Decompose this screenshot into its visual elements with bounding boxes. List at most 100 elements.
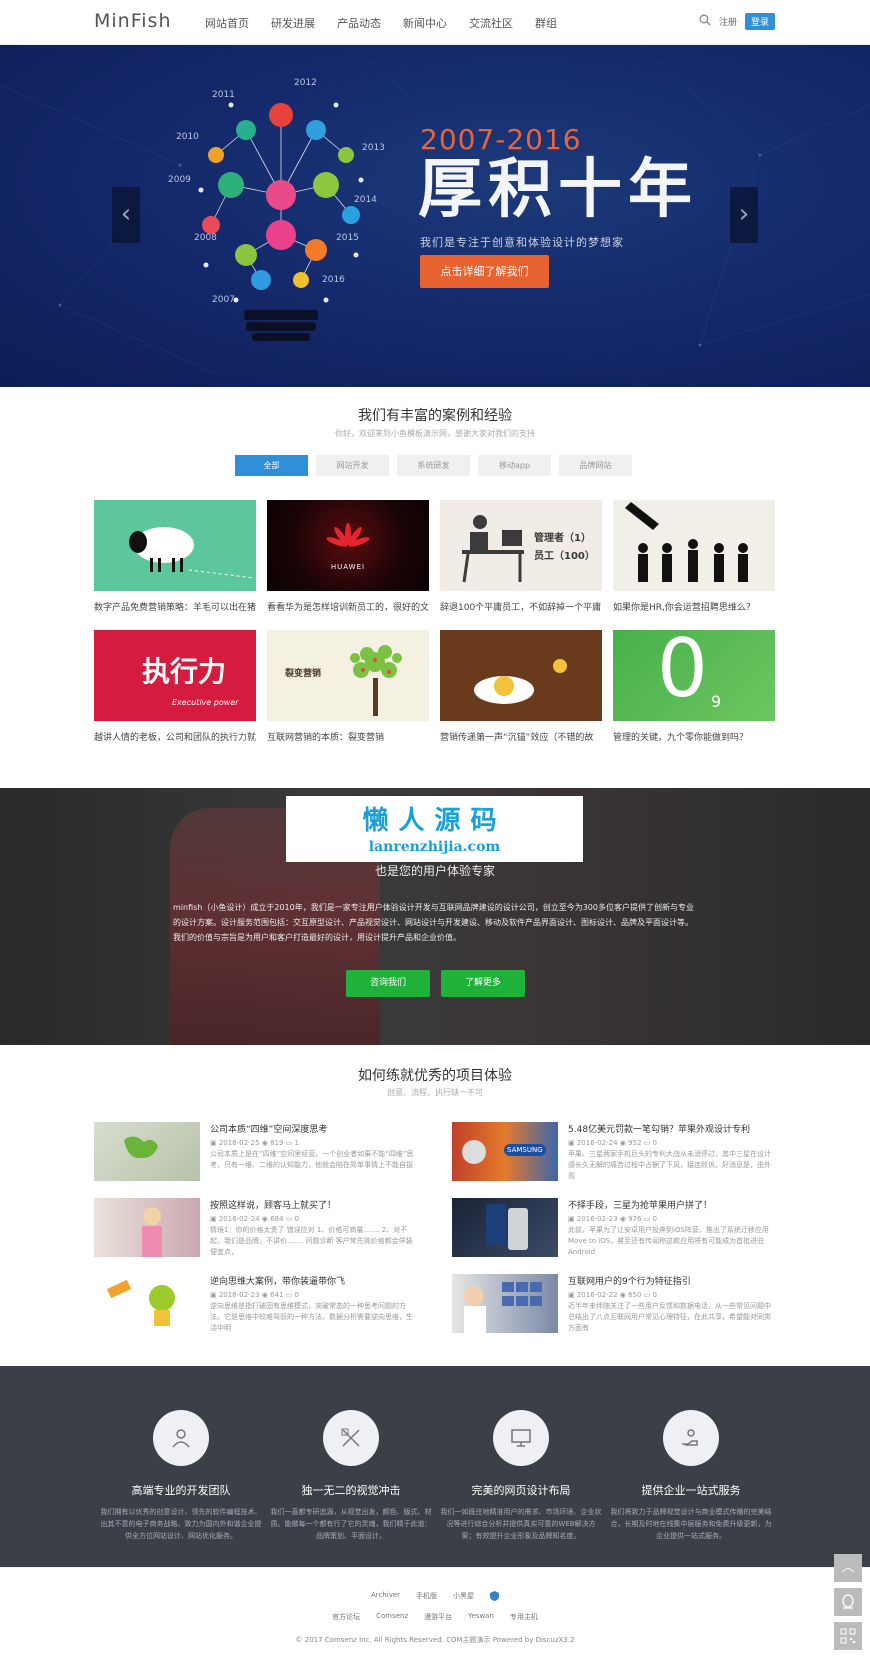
article-title[interactable]: 不择手段，三星为抢苹果用户拼了！: [568, 1198, 776, 1211]
article-title[interactable]: 按照这样说，顾客马上就买了！: [210, 1198, 418, 1211]
case-card[interactable]: 数字产品免费营销策略：羊毛可以出在猪: [94, 500, 256, 630]
filter-brand-site[interactable]: 品牌网站: [559, 455, 632, 476]
case-caption[interactable]: 数字产品免费营销策略：羊毛可以出在猪: [94, 600, 256, 613]
footer-link-manyou[interactable]: 漫游平台: [424, 1612, 452, 1622]
article-thumbnail[interactable]: [94, 1122, 200, 1181]
footer-link-blackroom[interactable]: 小黑屋: [453, 1591, 474, 1603]
case-thumbnail[interactable]: 管理者（1） 员工（100）: [440, 500, 602, 591]
case-thumbnail[interactable]: HUAWEI: [267, 500, 429, 591]
case-card[interactable]: 营销传递第一声“沉锚”效应（不错的故: [440, 630, 602, 760]
case-thumbnail[interactable]: 0 9: [613, 630, 775, 721]
qr-code-icon: [840, 1628, 856, 1644]
huawei-logo-icon: [326, 523, 370, 547]
footer-link-hosting[interactable]: 专用主机: [510, 1612, 538, 1622]
article-meta: ▣ 2016-02-23 ◉ 976 ▭ 0: [568, 1215, 658, 1223]
article-desc: 公司本质上是在“四维”空间里经营。一个创业者如果不能“四维”思考，只有一维、二维…: [210, 1150, 414, 1169]
case-card[interactable]: 裂变营销 互联网营销的本质：裂变营销: [267, 630, 429, 760]
site-header: MinFish 网站首页 研发进展 产品动态 新闻中心 交流社区 群组 注册 登…: [0, 0, 870, 45]
qr-code-button[interactable]: [834, 1622, 862, 1650]
footer-link-forum[interactable]: 官方论坛: [332, 1612, 360, 1622]
case-caption[interactable]: 如果你是HR,你会运营招聘思维么？: [613, 600, 775, 613]
article-thumbnail[interactable]: [452, 1274, 558, 1333]
case-thumbnail[interactable]: 执行力 Executive power: [94, 630, 256, 721]
footer-link-archiver[interactable]: Archiver: [371, 1591, 400, 1603]
case-caption[interactable]: 看看华为是怎样培训新员工的，很好的文: [267, 600, 429, 613]
register-link[interactable]: 注册: [719, 15, 737, 28]
banner-prev-arrow[interactable]: ‹: [112, 187, 140, 243]
nav-item-community[interactable]: 交流社区: [469, 15, 513, 31]
experience-subtitle: 创意、流程、执行缺一不可: [387, 1088, 483, 1097]
banner-next-arrow[interactable]: ›: [730, 187, 758, 243]
case-thumbnail[interactable]: [94, 500, 256, 591]
search-icon[interactable]: [699, 14, 711, 29]
article-title[interactable]: 公司本质“四维”空间深度思考: [210, 1122, 418, 1135]
nav-item-groups[interactable]: 群组: [535, 15, 557, 31]
login-button[interactable]: 登录: [744, 13, 775, 30]
case-card[interactable]: 0 9 管理的关键，九个零你能做到吗？: [613, 630, 775, 760]
team-icon: [153, 1410, 209, 1466]
back-to-top-button[interactable]: ︿: [834, 1554, 862, 1582]
list-item[interactable]: 不择手段，三星为抢苹果用户拼了！ ▣ 2016-02-23 ◉ 976 ▭ 0 …: [452, 1198, 776, 1257]
filter-mobile-app[interactable]: 移动app: [478, 455, 551, 476]
feature-item: 提供企业一站式服务 我们将致力于品牌视觉设计与商业模式传播的完美结合，长期及时地…: [606, 1410, 776, 1542]
nav-item-news[interactable]: 新闻中心: [403, 15, 447, 31]
feature-item: 高端专业的开发团队 我们拥有以优秀的创意设计、领先的软件编程技术、出其不意的电子…: [96, 1410, 266, 1542]
article-title[interactable]: 5.48亿美元罚款一笔勾销？苹果外观设计专利: [568, 1122, 776, 1135]
case-card[interactable]: HUAWEI 看看华为是怎样培训新员工的，很好的文: [267, 500, 429, 630]
case-thumbnail[interactable]: 裂变营销: [267, 630, 429, 721]
learn-more-button[interactable]: 点击详细了解我们: [420, 255, 549, 288]
case-thumbnail[interactable]: [440, 630, 602, 721]
case-caption[interactable]: 越讲人情的老板，公司和团队的执行力就: [94, 730, 256, 743]
footer-link-mobile[interactable]: 手机版: [416, 1591, 437, 1603]
copyright-text: © 2017 Comsenz Inc. All Rights Reserved.…: [295, 1636, 575, 1644]
site-logo[interactable]: MinFish: [94, 10, 171, 32]
about-subtitle: 也是您的用户体验专家: [374, 864, 495, 878]
article-thumbnail[interactable]: SAMSUNG: [452, 1122, 558, 1181]
case-card[interactable]: 执行力 Executive power 越讲人情的老板，公司和团队的执行力就: [94, 630, 256, 760]
design-tools-icon: [323, 1410, 379, 1466]
banner-title: 厚积十年: [418, 153, 698, 227]
article-thumbnail[interactable]: [452, 1198, 558, 1257]
hero-banner: 2011 2012 2010 2013 2009 2014 2008 2015 …: [0, 45, 870, 387]
case-thumbnail[interactable]: [613, 500, 775, 591]
article-title[interactable]: 逆向思维大案例，带你装逼带你飞: [210, 1274, 418, 1287]
monitor-icon: [493, 1410, 549, 1466]
list-item[interactable]: 公司本质“四维”空间深度思考 ▣ 2016-02-25 ◉ 819 ▭ 1 公司…: [94, 1122, 418, 1181]
filter-web-dev[interactable]: 网站开发: [316, 455, 389, 476]
case-caption[interactable]: 管理的关键，九个零你能做到吗？: [613, 730, 775, 743]
case-caption[interactable]: 互联网营销的本质：裂变营销: [267, 730, 429, 743]
footer-links-primary: Archiver 手机版 小黑屋: [0, 1591, 870, 1603]
case-card[interactable]: 如果你是HR,你会运营招聘思维么？: [613, 500, 775, 630]
article-thumbnail[interactable]: [94, 1274, 200, 1333]
article-title[interactable]: 互联网用户的9个行为特征指引: [568, 1274, 776, 1287]
features-section: 高端专业的开发团队 我们拥有以优秀的创意设计、领先的软件编程技术、出其不意的电子…: [0, 1366, 870, 1567]
nav-item-products[interactable]: 产品动态: [337, 15, 381, 31]
article-meta: ▣ 2016-02-25 ◉ 819 ▭ 1: [210, 1139, 300, 1147]
footer-links-secondary: 官方论坛 Comsenz 漫游平台 Yeswan 专用主机: [0, 1612, 870, 1622]
consult-button[interactable]: 咨询我们: [346, 970, 430, 997]
shield-icon[interactable]: [490, 1591, 500, 1603]
case-card[interactable]: 管理者（1） 员工（100） 辞退100个平庸员工，不如辞掉一个平庸: [440, 500, 602, 630]
footer-link-comsenz[interactable]: Comsenz: [376, 1612, 408, 1622]
article-desc: 近半年来伴随关注了一些用户反馈和数据电话，从一些常见问题中总结出了八点互联网用户…: [568, 1302, 771, 1332]
nav-item-research[interactable]: 研发进展: [271, 15, 315, 31]
site-footer: Archiver 手机版 小黑屋 官方论坛 Comsenz 漫游平台 Yeswa…: [0, 1567, 870, 1660]
main-nav: 网站首页 研发进展 产品动态 新闻中心 交流社区 群组: [205, 15, 557, 31]
filter-all[interactable]: 全部: [235, 455, 308, 476]
nav-item-home[interactable]: 网站首页: [205, 15, 249, 31]
list-item[interactable]: 按照这样说，顾客马上就买了！ ▣ 2016-02-24 ◉ 684 ▭ 0 情境…: [94, 1198, 418, 1257]
qq-chat-button[interactable]: [834, 1588, 862, 1616]
footer-link-yeswan[interactable]: Yeswan: [468, 1612, 494, 1622]
case-caption[interactable]: 辞退100个平庸员工，不如辞掉一个平庸: [440, 600, 602, 613]
filter-system-dev[interactable]: 系统研发: [397, 455, 470, 476]
case-caption[interactable]: 营销传递第一声“沉锚”效应（不错的故: [440, 730, 602, 743]
list-item[interactable]: SAMSUNG 5.48亿美元罚款一笔勾销？苹果外观设计专利 ▣ 2016-02…: [452, 1122, 776, 1181]
case-grid: 数字产品免费营销策略：羊毛可以出在猪 HUAWEI 看看华为是怎样培训新员工的，…: [94, 500, 776, 760]
people-illustration: [625, 502, 748, 582]
feature-item: 完美的网页设计布局 我们一如既往地精准用户的需求、市场环境、企业状况等进行综合分…: [436, 1410, 606, 1542]
list-item[interactable]: 互联网用户的9个行为特征指引 ▣ 2016-02-22 ◉ 650 ▭ 0 近半…: [452, 1274, 776, 1333]
list-item[interactable]: 逆向思维大案例，带你装逼带你飞 ▣ 2016-02-23 ◉ 641 ▭ 0 逆…: [94, 1274, 418, 1333]
article-thumbnail[interactable]: [94, 1198, 200, 1257]
banner-subtitle: 我们是专注于创意和体验设计的梦想家: [420, 236, 624, 249]
more-button[interactable]: 了解更多: [441, 970, 525, 997]
